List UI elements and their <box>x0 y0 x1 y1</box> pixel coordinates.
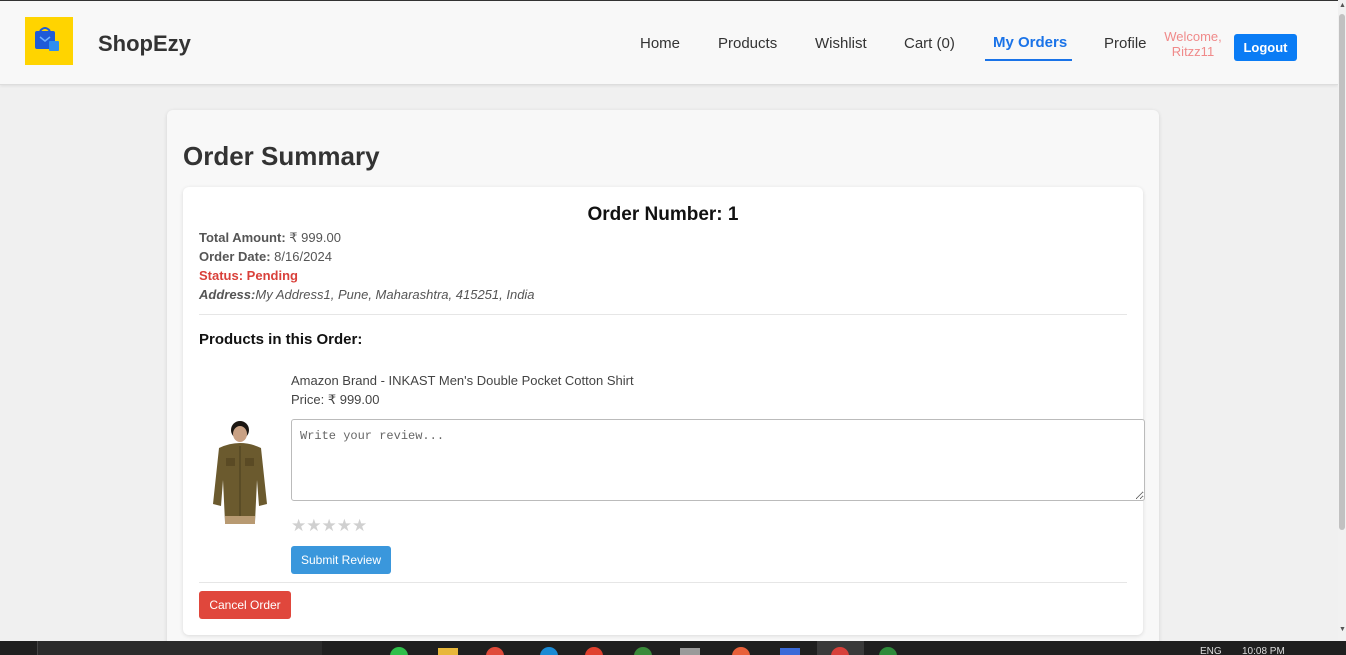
nav-cart[interactable]: Cart (0) <box>904 35 955 52</box>
nav-my-orders[interactable]: My Orders <box>993 34 1067 51</box>
divider <box>199 582 1127 583</box>
order-date-value: 8/16/2024 <box>274 249 332 264</box>
shopezy-logo[interactable] <box>25 17 73 65</box>
scroll-up-arrow-icon[interactable]: ▲ <box>1339 2 1346 9</box>
order-date-label: Order Date: <box>199 249 271 264</box>
products-heading: Products in this Order: <box>199 331 363 348</box>
address-value: My Address1, Pune, Maharashtra, 415251, … <box>255 287 535 302</box>
os-taskbar: ENG 10:08 PM <box>0 641 1346 655</box>
active-tab-underline <box>985 59 1072 61</box>
divider <box>199 314 1127 315</box>
language-indicator[interactable]: ENG <box>1200 646 1222 655</box>
order-status: Status: Pending <box>199 268 298 283</box>
address-label: Address: <box>199 287 256 302</box>
app-icon[interactable] <box>879 647 897 655</box>
app-icon[interactable] <box>585 647 603 655</box>
total-amount-label: Total Amount: <box>199 230 286 245</box>
order-date: Order Date: 8/16/2024 <box>199 249 332 264</box>
shopping-bag-icon <box>35 27 59 51</box>
nav-home[interactable]: Home <box>640 35 680 52</box>
logout-button[interactable]: Logout <box>1234 34 1297 61</box>
submit-review-button[interactable]: Submit Review <box>291 546 391 574</box>
review-textarea[interactable] <box>291 419 1145 501</box>
order-number: Order Number: 1 <box>587 204 739 225</box>
brand-name[interactable]: ShopEzy <box>98 31 191 57</box>
total-amount-value: ₹ 999.00 <box>289 230 341 245</box>
taskbar-search-box[interactable] <box>37 641 322 655</box>
file-explorer-icon[interactable] <box>438 648 458 655</box>
cancel-order-button[interactable]: Cancel Order <box>199 591 291 619</box>
welcome-text: Welcome, Ritzz11 <box>1164 29 1222 59</box>
product-price: Price: ₹ 999.00 <box>291 392 380 407</box>
nav-products[interactable]: Products <box>718 35 777 52</box>
product-name: Amazon Brand - INKAST Men's Double Pocke… <box>291 373 634 388</box>
nav-wishlist[interactable]: Wishlist <box>815 35 867 52</box>
app-icon[interactable] <box>486 647 504 655</box>
nav-profile[interactable]: Profile <box>1104 35 1147 52</box>
vscode-icon[interactable] <box>780 648 800 655</box>
clock[interactable]: 10:08 PM <box>1242 646 1285 655</box>
top-navbar: ShopEzy Home Products Wishlist Cart (0) … <box>0 0 1338 85</box>
scroll-down-arrow-icon[interactable]: ▼ <box>1339 626 1346 633</box>
app-icon[interactable] <box>680 648 700 655</box>
app-icon[interactable] <box>732 647 750 655</box>
scrollbar-thumb[interactable] <box>1339 14 1345 530</box>
edge-icon[interactable] <box>540 647 558 655</box>
whatsapp-icon[interactable] <box>390 647 408 655</box>
star-rating-icons[interactable]: ★★★★★ <box>291 516 367 535</box>
star-rating[interactable]: ★★★★★ <box>291 516 367 536</box>
page-title: Order Summary <box>183 141 380 171</box>
page-scrollbar[interactable]: ▲ ▼ <box>1338 0 1346 640</box>
product-image <box>205 420 271 524</box>
order-total: Total Amount: ₹ 999.00 <box>199 230 341 246</box>
app-icon[interactable] <box>634 647 652 655</box>
order-address: Address:My Address1, Pune, Maharashtra, … <box>199 287 535 302</box>
